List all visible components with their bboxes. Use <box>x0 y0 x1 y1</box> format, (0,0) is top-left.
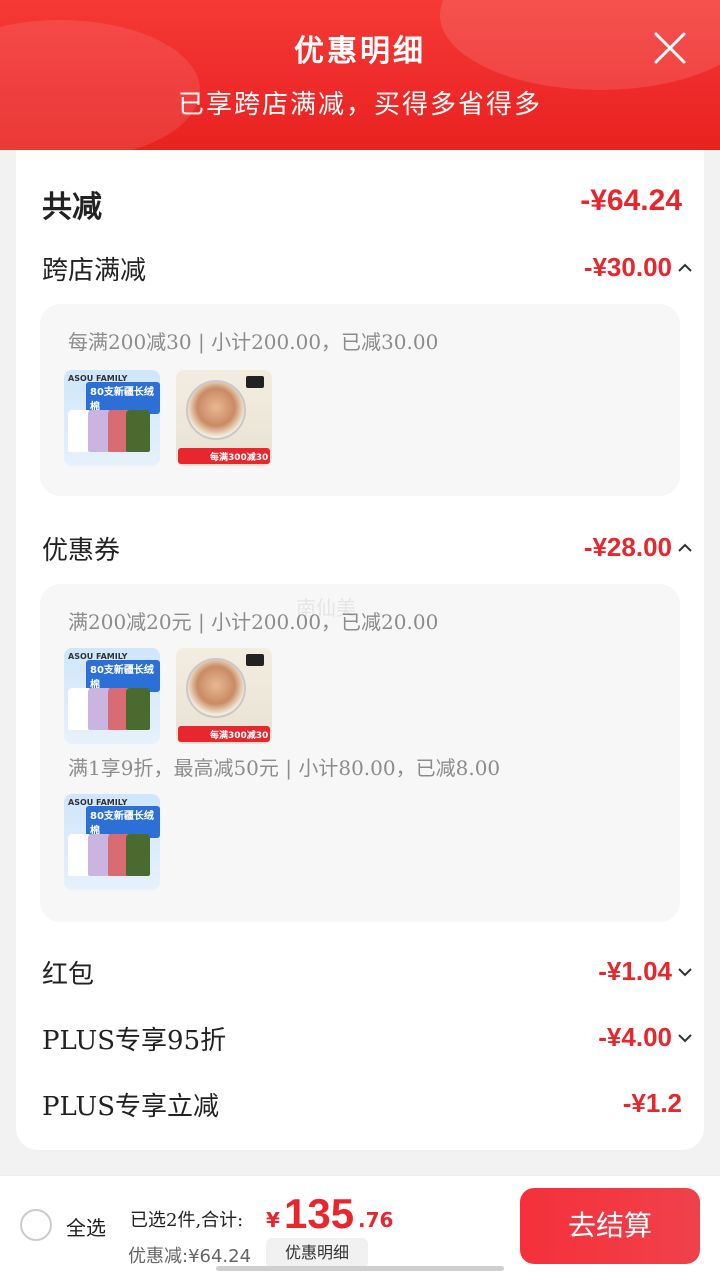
tshirt-image <box>126 834 150 876</box>
select-all-label[interactable]: 全选 <box>66 1212 106 1241</box>
section-row-coupon[interactable]: 优惠券 -¥28.00 <box>42 526 692 570</box>
checkout-bar: 全选 已选2件,合计: ¥ 135 .76 优惠减:¥64.24 优惠明细 去结… <box>0 1175 720 1275</box>
chevron-up-icon[interactable] <box>676 252 694 282</box>
product-thumbnail[interactable]: 每满300减30 <box>176 648 272 744</box>
dragon-image <box>186 658 246 718</box>
discount-summary: 优惠减:¥64.24 <box>128 1246 252 1267</box>
section-label: 红包 <box>42 960 95 990</box>
section-row-plus-discount[interactable]: PLUS专享95折 -¥4.00 <box>42 1016 692 1060</box>
section-amount: -¥1.2 <box>622 1088 682 1118</box>
promo-text: 每满300减30 <box>210 731 269 741</box>
dragon-image <box>186 380 246 440</box>
section-amount: -¥4.00 <box>598 1022 672 1052</box>
detail-box: 每满200减30 | 小计200.00，已减30.00 ASOU FAMILY … <box>40 304 680 496</box>
chevron-up-icon[interactable] <box>676 532 694 562</box>
page-subtitle: 已享跨店满减，买得多省得多 <box>177 90 542 120</box>
detail-box: 满200减20元 | 小计200.00，已减20.00 ASOU FAMILY … <box>40 584 680 922</box>
product-thumbnail[interactable]: 每满300减30 <box>176 370 272 466</box>
section-row-cross-store[interactable]: 跨店满减 -¥30.00 <box>42 246 692 290</box>
total-price: 135 <box>284 1190 355 1237</box>
section-amount: -¥28.00 <box>583 532 672 562</box>
total-price-decimal: .76 <box>358 1208 394 1232</box>
section-label: 优惠券 <box>42 536 121 566</box>
section-amount: -¥1.04 <box>598 956 672 986</box>
detail-note: 满200减20元 | 小计200.00，已减20.00 <box>68 610 439 634</box>
selected-summary: 已选2件,合计: <box>130 1210 244 1231</box>
chevron-down-icon[interactable] <box>676 1022 694 1052</box>
total-discount-row: 共减 -¥64.24 <box>42 178 682 225</box>
section-row-red-packet[interactable]: 红包 -¥1.04 <box>42 950 692 994</box>
detail-note: 满1享9折，最高减50元 | 小计80.00，已减8.00 <box>68 756 501 780</box>
section-label: PLUS专享95折 <box>42 1026 227 1056</box>
section-amount: -¥30.00 <box>583 252 672 282</box>
peak-logo-icon <box>246 376 264 388</box>
checkout-button[interactable]: 去结算 <box>520 1188 700 1264</box>
section-row-plus-instant: PLUS专享立减 -¥1.2 <box>42 1082 682 1126</box>
discount-detail-button[interactable]: 优惠明细 <box>266 1238 368 1268</box>
watermark: 南仙美 <box>296 596 356 620</box>
select-all-radio[interactable] <box>20 1209 52 1241</box>
peak-logo-icon <box>246 654 264 666</box>
promo-text: 每满300减30 <box>210 453 269 463</box>
tshirt-image <box>126 410 150 452</box>
tshirt-image <box>126 688 150 730</box>
total-label: 共减 <box>42 190 102 225</box>
page-title: 优惠明细 <box>294 34 426 69</box>
total-amount: -¥64.24 <box>580 184 682 217</box>
home-indicator[interactable] <box>216 1266 504 1271</box>
product-thumbnail[interactable]: ASOU FAMILY 80支新疆长绒棉 <box>64 370 160 466</box>
close-icon[interactable] <box>650 28 690 68</box>
chevron-down-icon[interactable] <box>676 956 694 986</box>
section-label: PLUS专享立减 <box>42 1092 220 1122</box>
detail-note: 每满200减30 | 小计200.00，已减30.00 <box>68 330 439 354</box>
discount-detail-header: 优惠明细 已享跨店满减，买得多省得多 <box>0 0 720 150</box>
currency-symbol: ¥ <box>266 1208 280 1232</box>
product-thumbnail[interactable]: ASOU FAMILY 80支新疆长绒棉 <box>64 794 160 890</box>
section-label: 跨店满减 <box>42 256 147 286</box>
product-thumbnail[interactable]: ASOU FAMILY 80支新疆长绒棉 <box>64 648 160 744</box>
